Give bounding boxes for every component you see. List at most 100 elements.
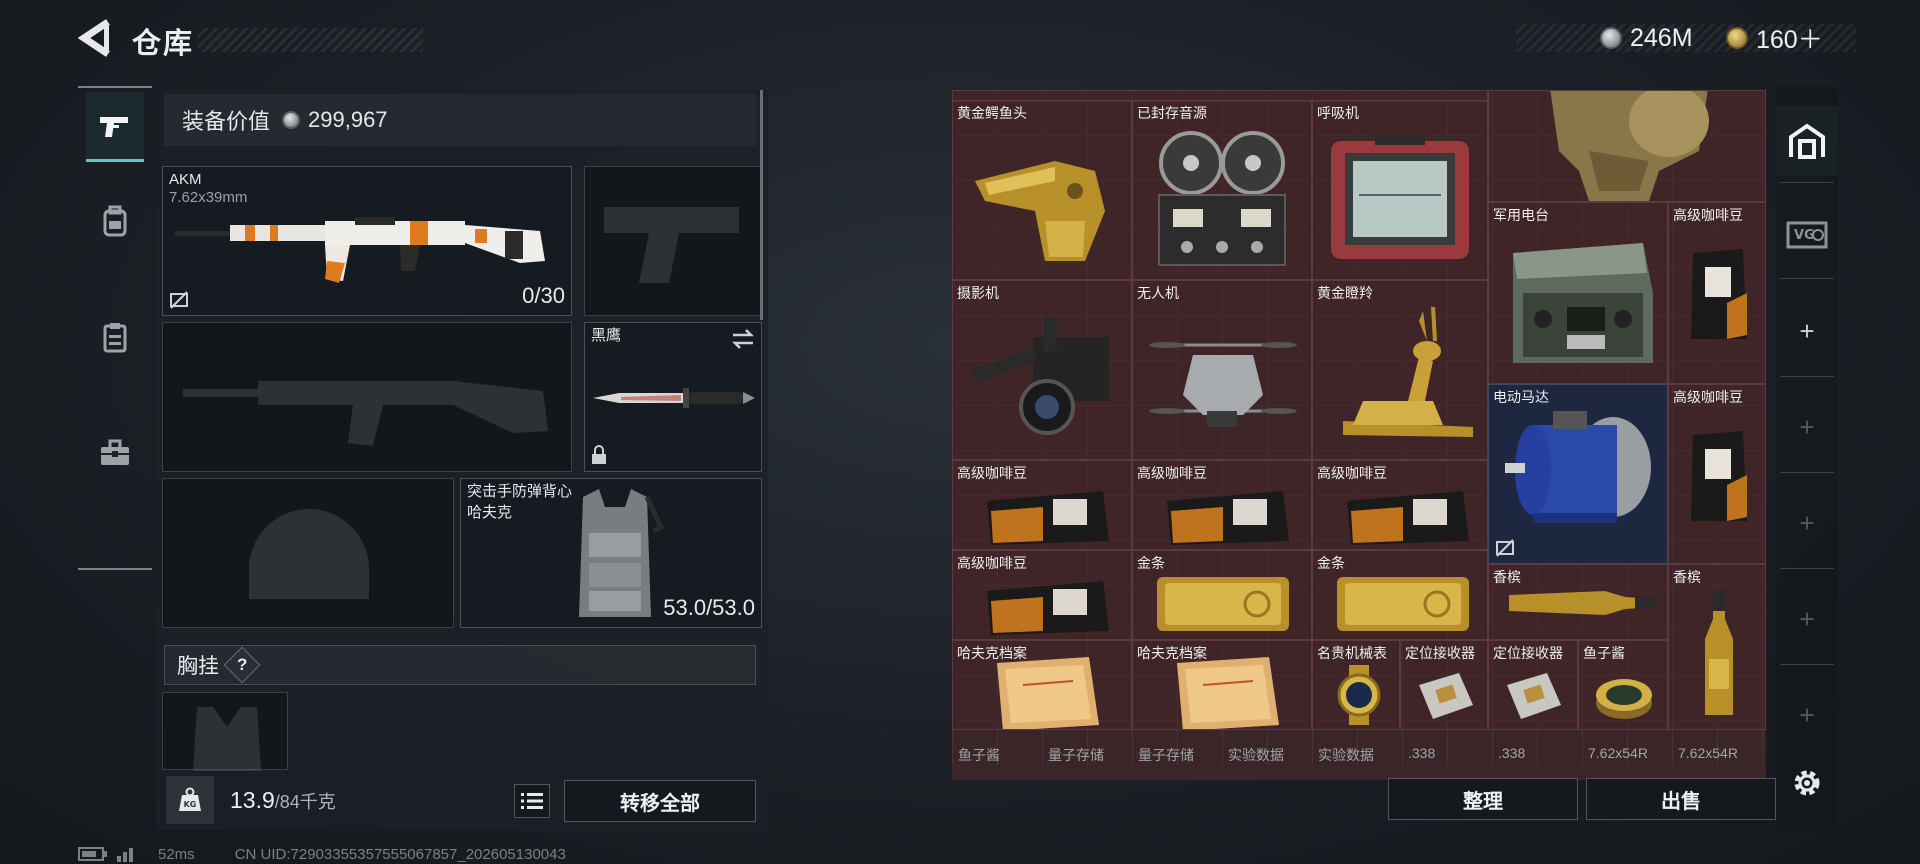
item-name[interactable]: 实验数据	[1228, 745, 1284, 765]
pistol-slot[interactable]	[584, 166, 762, 316]
item-name[interactable]: 实验数据	[1318, 745, 1374, 765]
stash-item[interactable]: 摄影机	[952, 280, 1132, 460]
loadout-panel: 装备价值 299,967 AKM 7.62x39mm 0/30 黑鹰 突击手防弹…	[156, 90, 768, 830]
stash-item[interactable]: 呼吸机	[1312, 100, 1488, 280]
stash-item[interactable]: 军用电台	[1488, 202, 1668, 384]
coffee-pack-icon	[987, 581, 1109, 635]
stash-tab-vault[interactable]: VG	[1776, 198, 1838, 268]
stash-item[interactable]: 高级咖啡豆	[1668, 384, 1766, 564]
stash-tab-add[interactable]: +	[1776, 680, 1838, 750]
gold-crocodile-head-icon	[975, 161, 1105, 261]
tab-gear[interactable]	[86, 186, 144, 256]
item-name: 摄影机	[957, 285, 999, 301]
item-name[interactable]: 鱼子酱	[958, 745, 1000, 765]
stash-tab-main[interactable]	[1776, 106, 1838, 176]
item-name: 名贵机械表	[1317, 645, 1387, 661]
item-name[interactable]: 7.62x54R	[1678, 745, 1738, 761]
stash-item[interactable]: 香槟	[1488, 564, 1668, 640]
stash-item[interactable]: 无人机	[1132, 280, 1312, 460]
stash-tab-add[interactable]: +	[1776, 584, 1838, 654]
coffee-bag-icon	[1691, 249, 1747, 339]
chest-rig-slot[interactable]	[162, 692, 288, 771]
helmet-slot[interactable]	[162, 478, 454, 628]
stash-item[interactable]: 哈夫克档案	[952, 640, 1132, 730]
tab-weapons[interactable]	[86, 92, 144, 162]
chest-rig-label: 胸挂	[177, 655, 219, 678]
stash-tab-add[interactable]: +	[1776, 296, 1838, 366]
sort-button[interactable]: 整理	[1388, 778, 1578, 820]
melee-slot[interactable]: 黑鹰	[584, 322, 762, 472]
video-camera-icon	[972, 317, 1109, 435]
secondary-weapon-slot[interactable]	[162, 322, 572, 472]
item-name: 香槟	[1673, 569, 1701, 585]
item-name: 哈夫克档案	[957, 645, 1027, 661]
stash-item[interactable]: 高级咖啡豆	[1312, 460, 1488, 550]
battery-icon	[78, 847, 107, 861]
carry-weight: 13.9/84千克	[230, 787, 336, 814]
back-button[interactable]	[77, 18, 114, 58]
stash-item[interactable]: 高级咖啡豆	[1132, 460, 1312, 550]
rail-divider	[1780, 278, 1834, 279]
item-name: 金条	[1317, 555, 1345, 571]
stash-panel: 黄金鳄鱼头 已封存音源 呼吸机 军用电台 高级咖啡豆 摄影机 无人机 黄金瞪羚 …	[952, 90, 1766, 780]
locator-icon	[1419, 673, 1473, 719]
title-decoration	[198, 28, 423, 52]
tab-chest-rig[interactable]	[86, 302, 144, 372]
list-view-button[interactable]	[514, 784, 550, 818]
silver-currency[interactable]: 246M	[1600, 22, 1693, 54]
clipboard-icon	[103, 323, 127, 353]
loadout-scrollbar[interactable]	[760, 90, 763, 320]
item-name[interactable]: .338	[1408, 745, 1435, 761]
stash-item[interactable]: 金条	[1312, 550, 1488, 640]
stash-item[interactable]: 高级咖啡豆	[952, 550, 1132, 640]
chest-rig-placeholder-icon	[193, 707, 261, 771]
item-name[interactable]: 7.62x54R	[1588, 745, 1648, 761]
tactical-vest-icon	[579, 489, 665, 617]
primary-weapon-slot[interactable]: AKM 7.62x39mm 0/30	[162, 166, 572, 316]
weight-current: 13.9	[230, 787, 275, 813]
add-icon: +	[1799, 411, 1815, 442]
item-name: 金条	[1137, 555, 1165, 571]
coffee-bag-icon	[1691, 431, 1747, 521]
stash-item[interactable]: 定位接收器	[1400, 640, 1488, 730]
add-icon: +	[1799, 507, 1815, 538]
stash-tabs-rail: VG + + + + +	[1776, 86, 1838, 826]
stash-item[interactable]: 鱼子酱	[1578, 640, 1668, 730]
stash-item[interactable]: 名贵机械表	[1312, 640, 1400, 730]
stash-tab-add[interactable]: +	[1776, 392, 1838, 462]
item-name: 鱼子酱	[1583, 645, 1625, 661]
silver-currency-value: 246M	[1630, 23, 1693, 52]
item-name: 高级咖啡豆	[957, 465, 1027, 481]
coffee-pack-icon	[987, 491, 1109, 545]
stash-item[interactable]: 香槟	[1668, 564, 1766, 730]
item-name[interactable]: .338	[1498, 745, 1525, 761]
gold-bar-icon	[1337, 577, 1469, 631]
rail-divider	[1780, 472, 1834, 473]
stash-item[interactable]: 已封存音源	[1132, 100, 1312, 280]
stash-item[interactable]: 定位接收器	[1488, 640, 1578, 730]
armor-brand: 哈夫克	[467, 504, 513, 521]
tab-case[interactable]	[86, 418, 144, 488]
stash-tab-add[interactable]: +	[1776, 488, 1838, 558]
body-armor-slot[interactable]: 突击手防弹背心 哈夫克 53.0/53.0	[460, 478, 762, 628]
rail-divider	[1780, 664, 1834, 665]
transfer-all-button[interactable]: 转移全部	[564, 780, 756, 822]
stash-item[interactable]: 黄金鳄鱼头	[952, 100, 1132, 280]
stash-item[interactable]	[1488, 90, 1766, 202]
item-name[interactable]: 量子存储	[1138, 745, 1194, 765]
stash-item[interactable]: 高级咖啡豆	[952, 460, 1132, 550]
help-button[interactable]: ?	[223, 646, 261, 684]
stash-item[interactable]: 电动马达	[1488, 384, 1668, 564]
stash-item[interactable]: 黄金瞪羚	[1312, 280, 1488, 460]
stash-item[interactable]: 哈夫克档案	[1132, 640, 1312, 730]
melee-name: 黑鹰	[591, 327, 622, 344]
item-name[interactable]: 量子存储	[1048, 745, 1104, 765]
stash-item[interactable]: 高级咖啡豆	[1668, 202, 1766, 384]
settings-button[interactable]	[1776, 748, 1838, 818]
item-name: 香槟	[1493, 569, 1521, 585]
stash-item[interactable]: 金条	[1132, 550, 1312, 640]
lock-icon	[592, 445, 606, 464]
user-uid: CN UID:7290335535755506785​7_20260513004…	[234, 845, 566, 863]
sell-button[interactable]: 出售	[1586, 778, 1776, 820]
gold-currency[interactable]: 160＋	[1726, 22, 1823, 54]
